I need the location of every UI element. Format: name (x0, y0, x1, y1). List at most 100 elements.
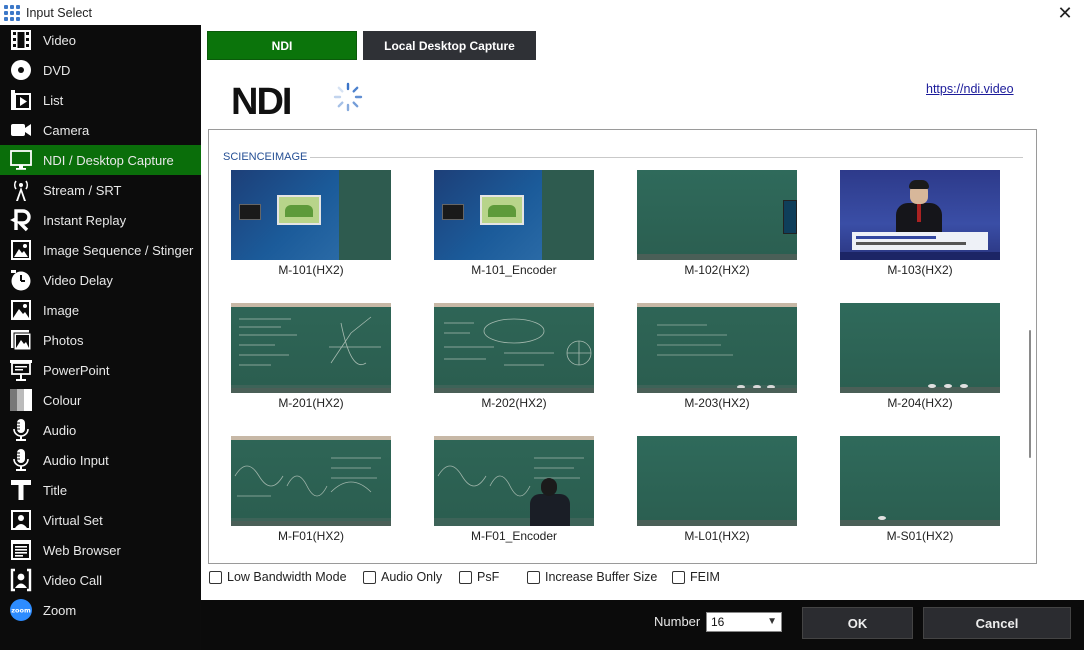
microphone-icon (8, 447, 34, 473)
sidebar-item-title[interactable]: Title (0, 475, 201, 505)
increase-buffer-size-checkbox[interactable]: Increase Buffer Size (527, 570, 657, 584)
source-tile-m-102-hx2[interactable]: M-102(HX2) (637, 170, 797, 277)
checkbox-box[interactable] (363, 570, 376, 584)
checkbox-box[interactable] (527, 570, 540, 584)
sidebar-item-stream-srt[interactable]: Stream / SRT (0, 175, 201, 205)
checkbox-box[interactable] (672, 570, 685, 584)
title-bar: Input Select ✕ (0, 0, 1084, 25)
vertical-scrollbar[interactable] (1023, 130, 1036, 563)
tab-ndi[interactable]: NDI (207, 31, 357, 60)
source-tile-m-103-hx2[interactable]: M-103(HX2) (840, 170, 1000, 277)
source-thumbnail (840, 303, 1000, 393)
sidebar-item-camera[interactable]: Camera (0, 115, 201, 145)
sidebar-item-image[interactable]: Image (0, 295, 201, 325)
sidebar-item-label: NDI / Desktop Capture (43, 152, 174, 168)
app-icon (4, 4, 20, 21)
low-bandwidth-mode-checkbox[interactable]: Low Bandwidth Mode (209, 570, 347, 584)
sidebar-item-ndi-desktop-capture[interactable]: NDI / Desktop Capture (0, 145, 201, 175)
scrollbar-thumb[interactable] (1029, 330, 1031, 458)
source-name: M-103(HX2) (887, 263, 953, 277)
feim-checkbox[interactable]: FEIM (672, 570, 720, 584)
sidebar-item-label: Instant Replay (43, 212, 127, 228)
source-tile-m-s01-hx2[interactable]: M-S01(HX2) (840, 436, 1000, 543)
checkbox-label: PsF (477, 570, 500, 584)
sidebar-item-web-browser[interactable]: Web Browser (0, 535, 201, 565)
source-tile-m-202-hx2[interactable]: M-202(HX2) (434, 303, 594, 410)
source-grid: SCIENCEIMAGE M-101(HX2) M-101_Encoder M-… (208, 129, 1037, 564)
source-tile-m-l01-hx2[interactable]: M-L01(HX2) (637, 436, 797, 543)
list-icon (8, 87, 34, 113)
source-tile-m-204-hx2[interactable]: M-204(HX2) (840, 303, 1000, 410)
sidebar-item-label: Camera (43, 122, 90, 138)
ndi-website-link[interactable]: https://ndi.video (926, 82, 1014, 96)
sidebar-item-label: Image (43, 302, 80, 318)
sidebar-item-label: Image Sequence / Stinger (43, 242, 194, 258)
sidebar-item-label: Video (43, 32, 77, 48)
sidebar-item-instant-replay[interactable]: Instant Replay (0, 205, 201, 235)
sidebar-item-video[interactable]: Video (0, 25, 201, 55)
microphone-icon (8, 417, 34, 443)
loading-spinner-icon (333, 82, 363, 112)
sidebar-item-label: Stream / SRT (43, 182, 122, 198)
sidebar-item-label: PowerPoint (43, 362, 110, 378)
sidebar-item-label: Zoom (43, 602, 77, 618)
sidebar-item-video-call[interactable]: Video Call (0, 565, 201, 595)
sidebar-item-colour[interactable]: Colour (0, 385, 201, 415)
dvd-icon (8, 57, 34, 83)
checkbox-box[interactable] (209, 570, 222, 584)
source-thumbnail (840, 436, 1000, 526)
ok-button[interactable]: OK (802, 607, 913, 639)
checkbox-label: Low Bandwidth Mode (227, 570, 347, 584)
source-tile-m-101-hx2[interactable]: M-101(HX2) (231, 170, 391, 277)
source-tile-m-f01-hx2[interactable]: M-F01(HX2) (231, 436, 391, 543)
source-thumbnail (637, 170, 797, 260)
sidebar-item-image-sequence-stinger[interactable]: Image Sequence / Stinger (0, 235, 201, 265)
ndi-logo: NDI (231, 81, 292, 123)
checkbox-box[interactable] (459, 570, 472, 584)
sidebar-item-audio-input[interactable]: Audio Input (0, 445, 201, 475)
source-tile-m-f01-encoder[interactable]: M-F01_Encoder (434, 436, 594, 543)
camera-icon (8, 117, 34, 143)
source-tile-m-201-hx2[interactable]: M-201(HX2) (231, 303, 391, 410)
tab-local-desktop-capture[interactable]: Local Desktop Capture (363, 31, 536, 60)
presentation-icon (8, 357, 34, 383)
number-select[interactable]: 16 ▼ (706, 612, 782, 632)
sidebar-item-dvd[interactable]: DVD (0, 55, 201, 85)
colour-icon (8, 387, 34, 413)
source-group-label: SCIENCEIMAGE (223, 151, 308, 163)
svg-text:zoom: zoom (11, 607, 31, 615)
source-name: M-101_Encoder (471, 263, 557, 277)
source-thumbnail (840, 170, 1000, 260)
source-name: M-L01(HX2) (684, 529, 750, 543)
sidebar-item-virtual-set[interactable]: Virtual Set (0, 505, 201, 535)
title-icon (8, 477, 34, 503)
close-icon[interactable]: ✕ (1054, 2, 1076, 24)
sidebar-item-photos[interactable]: Photos (0, 325, 201, 355)
source-tile-m-101-encoder[interactable]: M-101_Encoder (434, 170, 594, 277)
virtual-set-icon (8, 507, 34, 533)
audio-only-checkbox[interactable]: Audio Only (363, 570, 442, 584)
sidebar-item-video-delay[interactable]: Video Delay (0, 265, 201, 295)
sidebar-item-label: Title (43, 482, 68, 498)
checkbox-label: FEIM (690, 570, 720, 584)
video-icon (8, 27, 34, 53)
sidebar-item-list[interactable]: List (0, 85, 201, 115)
sidebar-item-label: List (43, 92, 64, 108)
sidebar-item-label: Video Delay (43, 272, 113, 288)
sidebar-item-audio[interactable]: Audio (0, 415, 201, 445)
sidebar-item-zoom[interactable]: zoom Zoom (0, 595, 201, 625)
cancel-button[interactable]: Cancel (923, 607, 1071, 639)
chevron-down-icon: ▼ (767, 616, 777, 627)
sidebar-item-label: Web Browser (43, 542, 121, 558)
sidebar-item-powerpoint[interactable]: PowerPoint (0, 355, 201, 385)
source-tile-m-203-hx2[interactable]: M-203(HX2) (637, 303, 797, 410)
clock-icon (8, 267, 34, 293)
sidebar-item-label: Colour (43, 392, 82, 408)
psf-checkbox[interactable]: PsF (459, 570, 499, 584)
replay-icon (8, 207, 34, 233)
source-name: M-202(HX2) (481, 396, 547, 410)
source-name: M-F01(HX2) (277, 529, 344, 543)
image-icon (8, 297, 34, 323)
number-select-value: 16 (711, 615, 725, 629)
source-thumbnail (434, 436, 594, 526)
